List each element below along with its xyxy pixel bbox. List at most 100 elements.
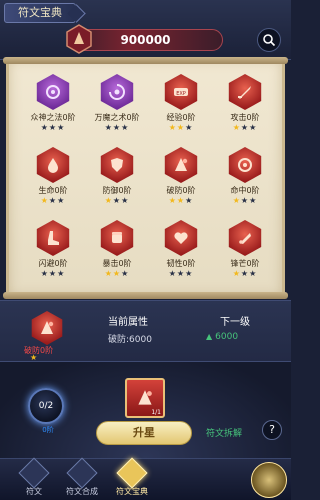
search-icon bbox=[263, 34, 276, 47]
tab-rune-codex[interactable]: 符文宝典 bbox=[110, 457, 154, 500]
rune-hex bbox=[228, 74, 262, 110]
rune-hex bbox=[100, 74, 134, 110]
star-filled-icon: ★ bbox=[168, 196, 177, 205]
star-progress-gem[interactable]: 0/2 bbox=[28, 388, 64, 424]
drop-icon bbox=[48, 158, 58, 173]
star-empty-icon: ★ bbox=[40, 123, 49, 132]
star-filled-icon: ★ bbox=[40, 196, 49, 205]
star-empty-icon: ★ bbox=[185, 269, 194, 278]
up-arrow-icon: ▲ bbox=[206, 332, 213, 341]
star-empty-icon: ★ bbox=[121, 123, 130, 132]
codex-tab-icon bbox=[116, 457, 148, 489]
star-empty-icon: ★ bbox=[121, 196, 130, 205]
selected-rune-label: 破防0阶 bbox=[24, 346, 54, 355]
rune-tab-icon bbox=[18, 457, 50, 489]
rune-stars: ★★★ bbox=[233, 123, 258, 133]
rune-cell[interactable]: 闪避0阶 ★★★ bbox=[21, 220, 85, 279]
rune-label: 防御0阶 bbox=[102, 186, 132, 195]
star-empty-icon: ★ bbox=[249, 123, 258, 132]
rune-cell[interactable]: 破防0阶 ★★★ bbox=[149, 147, 213, 206]
vortex-icon bbox=[109, 84, 125, 100]
rune-hex bbox=[36, 147, 70, 183]
rune-stars: ★★★ bbox=[169, 123, 194, 133]
rune-stars: ★★★ bbox=[105, 123, 130, 133]
help-button[interactable]: ? bbox=[262, 420, 282, 440]
rune-cell[interactable]: 暴击0阶 ★★★ bbox=[85, 220, 149, 279]
rune-cell[interactable]: 韧性0阶 ★★★ bbox=[149, 220, 213, 279]
top-bar: 符文宝典 900000 bbox=[0, 0, 291, 60]
rune-stars: ★★★ bbox=[169, 196, 194, 206]
rune-hex bbox=[164, 147, 198, 183]
star-empty-icon: ★ bbox=[185, 196, 194, 205]
rune-stars: ★★★ bbox=[105, 269, 130, 279]
star-empty-icon: ★ bbox=[185, 123, 194, 132]
star-empty-icon: ★ bbox=[240, 123, 250, 132]
star-empty-icon: ★ bbox=[249, 269, 258, 278]
star-empty-icon: ★ bbox=[176, 269, 186, 278]
star-empty-icon: ★ bbox=[40, 269, 49, 278]
dismantle-link[interactable]: 符文拆解 bbox=[206, 426, 242, 439]
page-title: 符文宝典 bbox=[4, 3, 76, 23]
star-filled-icon: ★ bbox=[104, 269, 113, 278]
rune-card[interactable]: 1/1 bbox=[125, 378, 165, 418]
target-icon bbox=[238, 158, 252, 172]
star-empty-icon: ★ bbox=[112, 123, 122, 132]
rune-label: 韧性0阶 bbox=[166, 259, 196, 268]
rune-cell[interactable]: EXP 经验0阶 ★★★ bbox=[149, 74, 213, 133]
sword-icon bbox=[238, 86, 251, 99]
shield-icon bbox=[111, 158, 123, 172]
boot-icon bbox=[48, 231, 59, 245]
next-level-value: ▲ 6000 bbox=[206, 332, 238, 342]
rune-hex bbox=[228, 220, 262, 256]
star-progress-caption: 0阶 bbox=[42, 426, 54, 434]
rune-label: 万魔之术0阶 bbox=[94, 113, 140, 122]
synthesis-tab-icon bbox=[66, 457, 98, 489]
star-filled-icon: ★ bbox=[232, 269, 241, 278]
rune-label: 破防0阶 bbox=[166, 186, 196, 195]
rune-label: 暴击0阶 bbox=[102, 259, 132, 268]
tab-rune[interactable]: 符文 bbox=[12, 457, 56, 500]
rune-hex bbox=[100, 220, 134, 256]
star-empty-icon: ★ bbox=[168, 269, 177, 278]
rune-label: 众神之法0阶 bbox=[30, 113, 76, 122]
current-attribute-header: 当前属性 bbox=[108, 317, 148, 328]
card-count: 1/1 bbox=[151, 409, 161, 416]
star-empty-icon: ★ bbox=[121, 269, 130, 278]
rune-label: 生命0阶 bbox=[38, 186, 68, 195]
rune-hex bbox=[164, 220, 198, 256]
break-icon bbox=[175, 158, 188, 171]
star-empty-icon: ★ bbox=[57, 269, 66, 278]
rune-stars: ★★★ bbox=[41, 123, 66, 133]
next-level-header: 下一级 bbox=[220, 317, 250, 328]
star-filled-icon: ★ bbox=[104, 196, 113, 205]
star-empty-icon: ★ bbox=[249, 196, 258, 205]
menu-emblem-icon[interactable] bbox=[251, 462, 287, 498]
rune-stars: ★★★ bbox=[41, 196, 66, 206]
selected-rune-icon[interactable] bbox=[30, 311, 64, 345]
rune-cell[interactable]: 防御0阶 ★★★ bbox=[85, 147, 149, 206]
rune-cell[interactable]: 命中0阶 ★★★ bbox=[213, 147, 277, 206]
star-filled-icon: ★ bbox=[168, 123, 177, 132]
rune-cell[interactable]: 锋芒0阶 ★★★ bbox=[213, 220, 277, 279]
star-empty-icon: ★ bbox=[48, 269, 58, 278]
star-filled-icon: ★ bbox=[232, 123, 241, 132]
tab-rune-synthesis[interactable]: 符文合成 bbox=[60, 457, 104, 500]
star-filled-icon: ★ bbox=[112, 269, 122, 278]
rune-detail-panel: 破防0阶 ★ 当前属性 破防:6000 下一级 ▲ 6000 bbox=[0, 300, 291, 362]
star-filled-icon: ★ bbox=[232, 196, 241, 205]
rune-label: 闪避0阶 bbox=[38, 259, 68, 268]
search-button[interactable] bbox=[257, 28, 281, 52]
star-empty-icon: ★ bbox=[104, 123, 113, 132]
upgrade-star-button[interactable]: 升星 bbox=[96, 421, 192, 445]
rune-cell[interactable]: 众神之法0阶 ★★★ bbox=[21, 74, 85, 133]
rune-stars: ★★★ bbox=[233, 196, 258, 206]
break-icon bbox=[41, 321, 54, 334]
star-filled-icon: ★ bbox=[176, 123, 186, 132]
rune-cell[interactable]: 生命0阶 ★★★ bbox=[21, 147, 85, 206]
star-empty-icon: ★ bbox=[48, 123, 58, 132]
rune-cell[interactable]: 万魔之术0阶 ★★★ bbox=[85, 74, 149, 133]
rune-scroll-panel: 众神之法0阶 ★★★ 万魔之术0阶 ★★★ EXP 经验0阶 ★★★ 攻击0阶 ★★★ 生命0阶 ★… bbox=[3, 57, 288, 299]
bottom-nav: 符文 符文合成 符文宝典 bbox=[0, 457, 291, 500]
rune-cell[interactable]: 攻击0阶 ★★★ bbox=[213, 74, 277, 133]
rune-label: 经验0阶 bbox=[166, 113, 196, 122]
